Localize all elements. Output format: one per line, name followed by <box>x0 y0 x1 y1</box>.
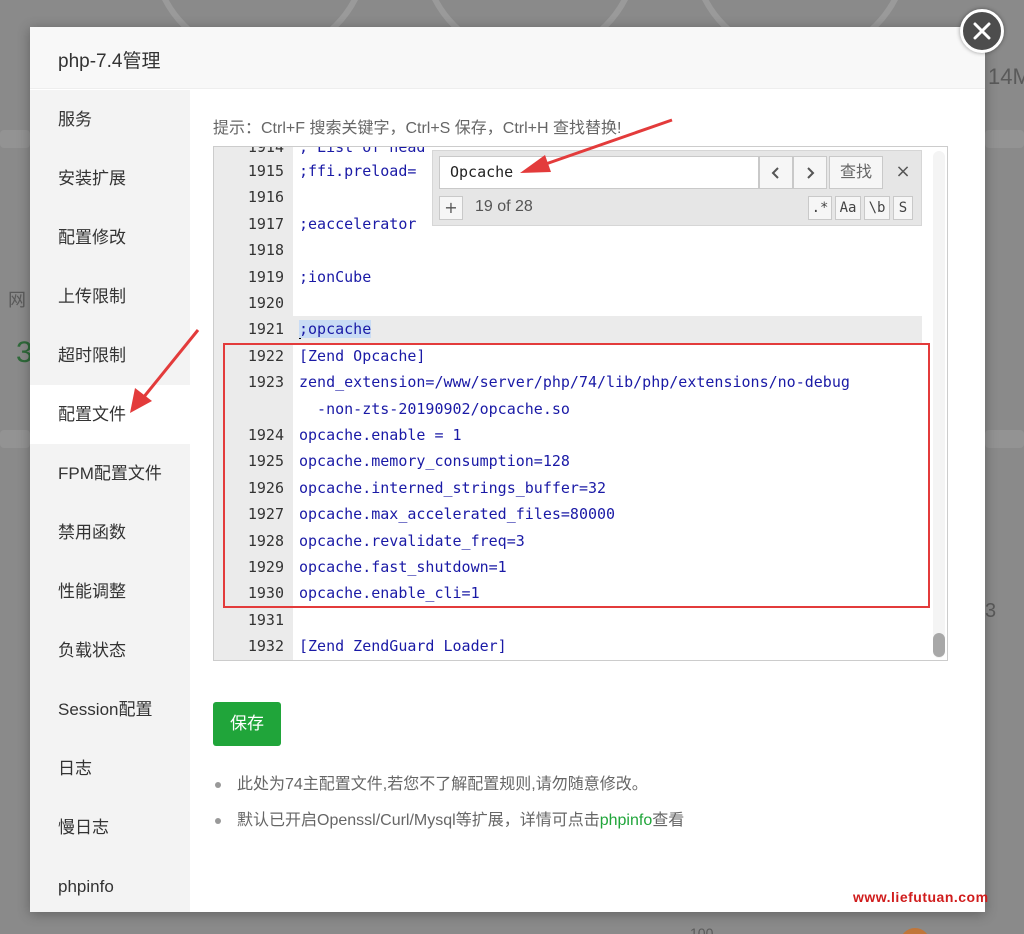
code-line: 1918 <box>214 237 922 263</box>
sidebar-item-config-file[interactable]: 配置文件 <box>30 385 190 444</box>
sidebar-item-install-extensions[interactable]: 安装扩展 <box>30 149 190 208</box>
sidebar-item-timeout-limit[interactable]: 超时限制 <box>30 326 190 385</box>
code-line: 1919 ;ionCube <box>214 264 922 290</box>
sidebar-item-phpinfo[interactable]: phpinfo <box>30 857 190 916</box>
sidebar-item-config-edit[interactable]: 配置修改 <box>30 208 190 267</box>
code-line: 1920 <box>214 290 922 316</box>
dialog-header: php-7.4管理 <box>30 27 985 89</box>
match-count: 19 of 28 <box>475 198 533 215</box>
close-icon <box>973 22 991 40</box>
bg-number: 100 <box>690 925 714 934</box>
case-sensitive-toggle[interactable]: Aa <box>835 196 861 220</box>
line-number: 1921 <box>247 320 284 339</box>
sidebar-item-load-status[interactable]: 负载状态 <box>30 621 190 680</box>
dialog-close-button[interactable] <box>960 9 1004 53</box>
sidebar-item-slow-log[interactable]: 慢日志 <box>30 798 190 857</box>
bg-avatar <box>900 928 930 934</box>
scrollbar-thumb[interactable] <box>933 633 945 657</box>
code-text: [Zend ZendGuard Loader] <box>299 637 507 656</box>
regex-toggle[interactable]: .* <box>808 196 832 220</box>
sidebar: 服务 安装扩展 配置修改 上传限制 超时限制 配置文件 FPM配置文件 禁用函数… <box>30 90 190 912</box>
code-text: ;ionCube <box>299 267 372 286</box>
search-close-icon[interactable]: × <box>889 156 917 189</box>
notes-list: 此处为74主配置文件,若您不了解配置规则,请勿随意修改。 默认已开启Openss… <box>213 773 684 845</box>
expand-replace-button[interactable]: + <box>439 196 463 220</box>
line-number: 1931 <box>247 610 284 629</box>
note-item: 此处为74主配置文件,若您不了解配置规则,请勿随意修改。 <box>213 773 684 809</box>
search-input[interactable]: Opcache <box>439 156 759 189</box>
bg-card <box>0 430 30 448</box>
code-line: 1931 <box>214 607 922 633</box>
code-line-current: 1921 ;opcache <box>214 316 922 343</box>
bg-memory-text: 14M <box>988 64 1024 89</box>
sidebar-item-upload-limit[interactable]: 上传限制 <box>30 267 190 326</box>
search-match-highlight: ;opcache <box>299 320 372 339</box>
find-prev-button[interactable] <box>759 156 793 189</box>
code-text: ;eaccelerator <box>299 214 417 233</box>
find-button[interactable]: 查找 <box>829 156 883 189</box>
line-number: 1920 <box>247 294 284 312</box>
chevron-left-icon <box>771 167 779 179</box>
shortcut-hint: 提示：Ctrl+F 搜索关键字，Ctrl+S 保存，Ctrl+H 查找替换! <box>213 120 622 137</box>
dialog-title: php-7.4管理 <box>58 51 161 72</box>
chevron-right-icon <box>807 167 815 179</box>
in-selection-toggle[interactable]: S <box>893 196 913 220</box>
bg-label: 网 <box>8 290 26 310</box>
note-text: 查看 <box>652 812 685 829</box>
sidebar-item-performance[interactable]: 性能调整 <box>30 562 190 621</box>
watermark: www.liefutuan.com <box>853 889 989 905</box>
line-number: 1932 <box>247 637 284 656</box>
find-next-button[interactable] <box>793 156 827 189</box>
line-number: 1915 <box>247 162 284 180</box>
bg-number: 3 <box>985 600 997 622</box>
line-number: 1919 <box>247 267 284 286</box>
sidebar-item-fpm-config[interactable]: FPM配置文件 <box>30 444 190 503</box>
note-item: 默认已开启Openssl/Curl/Mysql等扩展，详情可点击phpinfo查… <box>213 809 684 845</box>
annotation-highlight-box <box>223 343 930 608</box>
code-line: 1932 [Zend ZendGuard Loader] <box>214 633 922 659</box>
note-text: 默认已开启Openssl/Curl/Mysql等扩展，详情可点击 <box>237 812 600 829</box>
sidebar-item-service[interactable]: 服务 <box>30 90 190 149</box>
code-text: ;ffi.preload= <box>299 162 417 180</box>
editor-scrollbar[interactable] <box>933 151 945 658</box>
sidebar-item-log[interactable]: 日志 <box>30 739 190 798</box>
sidebar-item-session-config[interactable]: Session配置 <box>30 680 190 739</box>
bg-card <box>0 130 30 148</box>
phpinfo-link[interactable]: phpinfo <box>600 812 653 829</box>
bg-card <box>985 430 1024 448</box>
search-panel: Opcache 查找 × + 19 of 28 .* Aa \b S <box>432 150 922 226</box>
bg-card <box>985 130 1024 148</box>
sidebar-item-disabled-functions[interactable]: 禁用函数 <box>30 503 190 562</box>
line-number: 1917 <box>247 214 284 233</box>
line-number: 1916 <box>247 188 284 207</box>
line-number: 1918 <box>247 241 284 260</box>
save-button[interactable]: 保存 <box>213 702 281 746</box>
whole-word-toggle[interactable]: \b <box>864 196 890 220</box>
